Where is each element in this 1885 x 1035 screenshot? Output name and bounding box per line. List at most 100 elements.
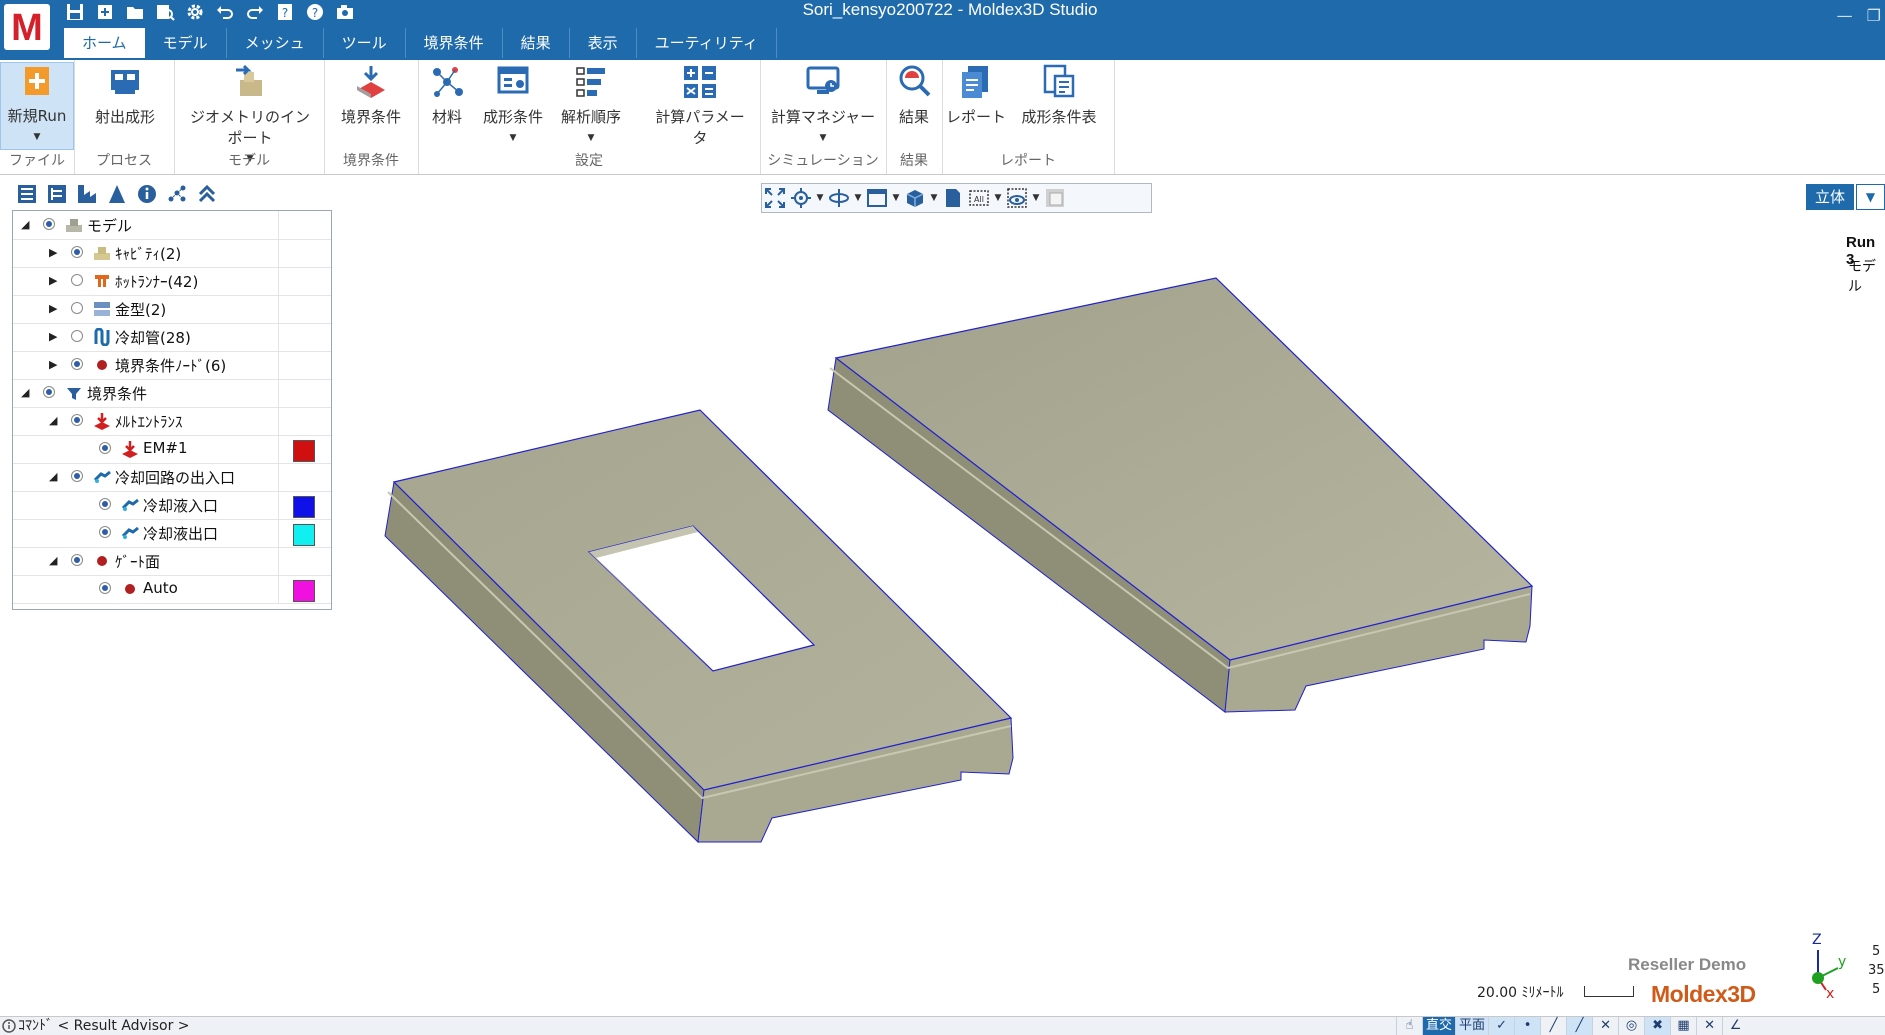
open-folder-icon[interactable] <box>122 0 148 24</box>
visibility-radio[interactable] <box>71 302 83 314</box>
node-graph-icon[interactable] <box>164 181 190 207</box>
compute-parameters-button[interactable]: 計算パラメータ <box>648 64 752 148</box>
color-swatch[interactable] <box>293 496 315 518</box>
visibility-radio[interactable] <box>71 554 83 566</box>
center-snap-icon[interactable]: ◎ <box>1618 1017 1644 1035</box>
expanded-triangle-icon[interactable]: ◢ <box>21 386 29 399</box>
help-book-icon[interactable]: ? <box>272 0 298 24</box>
expanded-triangle-icon[interactable]: ◢ <box>21 218 29 231</box>
dropdown-arrow-icon[interactable]: ▼ <box>928 185 940 211</box>
dropdown-arrow-icon[interactable]: ▼ <box>890 185 902 211</box>
visibility-radio[interactable] <box>71 414 83 426</box>
mold-view-icon[interactable] <box>74 181 100 207</box>
tab-home[interactable]: ホーム <box>64 28 145 58</box>
molding-conditions-button[interactable]: 成形条件 ▼ <box>476 64 550 143</box>
tree-row[interactable]: ▶ ｷｬﾋﾞﾃｨ(2) <box>13 239 331 268</box>
point-snap-icon[interactable]: • <box>1514 1017 1541 1035</box>
visibility-radio[interactable] <box>71 246 83 258</box>
visibility-radio[interactable] <box>43 218 55 230</box>
cone-view-icon[interactable] <box>104 181 130 207</box>
info-icon[interactable] <box>134 181 160 207</box>
results-button[interactable]: 結果 <box>890 64 938 127</box>
minimize-icon[interactable]: — <box>1837 6 1853 25</box>
visibility-radio[interactable] <box>99 582 111 594</box>
grid-icon[interactable]: ▦ <box>1670 1017 1696 1035</box>
cube-icon[interactable] <box>902 185 928 211</box>
tree-row[interactable]: ◢ ｹﾞｰﾄ面 <box>13 547 331 576</box>
dropdown-arrow-icon[interactable]: ▼ <box>992 185 1004 211</box>
camera-icon[interactable] <box>332 0 358 24</box>
app-logo[interactable]: M <box>4 4 50 50</box>
tree-row[interactable]: 冷却液入口 <box>13 491 331 520</box>
save-icon[interactable] <box>62 0 88 24</box>
page-icon[interactable] <box>940 185 966 211</box>
visibility-radio[interactable] <box>99 498 111 510</box>
color-swatch[interactable] <box>293 440 315 462</box>
visibility-radio[interactable] <box>71 358 83 370</box>
angle-snap-icon[interactable]: ∠ <box>1722 1017 1748 1035</box>
transparency-icon[interactable] <box>1042 185 1068 211</box>
tab-mesh[interactable]: メッシュ <box>227 28 324 58</box>
tree-row[interactable]: ▶ ﾎｯﾄﾗﾝﾅｰ(42) <box>13 267 331 296</box>
tree-row[interactable]: ▶ 冷却管(28) <box>13 323 331 352</box>
dropdown-arrow-icon[interactable]: ▼ <box>1030 185 1042 211</box>
visibility-radio[interactable] <box>71 470 83 482</box>
tab-display[interactable]: 表示 <box>570 28 637 58</box>
expanded-triangle-icon[interactable]: ◢ <box>49 470 57 483</box>
new-icon[interactable] <box>92 0 118 24</box>
tree-row[interactable]: ◢ モデル <box>13 211 331 240</box>
color-swatch[interactable] <box>293 524 315 546</box>
fit-view-icon[interactable] <box>762 185 788 211</box>
visibility-icon[interactable] <box>1004 185 1030 211</box>
tree-row[interactable]: 冷却液出口 <box>13 519 331 548</box>
import-geometry-button[interactable]: ジオメトリのインポート ▼ <box>184 64 316 164</box>
check-icon[interactable]: ✓ <box>1488 1017 1515 1035</box>
visibility-radio[interactable] <box>99 442 111 454</box>
settings-gear-icon[interactable] <box>182 0 208 24</box>
tab-tools[interactable]: ツール <box>324 28 406 58</box>
window-view-icon[interactable] <box>864 185 890 211</box>
undo-icon[interactable] <box>212 0 238 24</box>
select-all-icon[interactable]: All <box>966 185 992 211</box>
tab-results[interactable]: 結果 <box>503 28 570 58</box>
tab-model[interactable]: モデル <box>145 28 227 58</box>
tree-row[interactable]: ◢ 境界条件 <box>13 379 331 408</box>
list-view-icon[interactable] <box>14 181 40 207</box>
tab-utility[interactable]: ユーティリティ <box>637 28 777 58</box>
collapsed-triangle-icon[interactable]: ▶ <box>49 358 57 371</box>
visibility-radio[interactable] <box>71 274 83 286</box>
expanded-triangle-icon[interactable]: ◢ <box>49 554 57 567</box>
redo-icon[interactable] <box>242 0 268 24</box>
tree-row[interactable]: Auto <box>13 575 331 604</box>
visibility-radio[interactable] <box>71 330 83 342</box>
rotate-icon[interactable] <box>826 185 852 211</box>
collapsed-triangle-icon[interactable]: ▶ <box>49 246 57 259</box>
dropdown-arrow-icon[interactable]: ▼ <box>814 185 826 211</box>
projection-button[interactable]: 立体 <box>1806 184 1854 210</box>
injection-molding-button[interactable]: 射出成形 <box>88 64 162 127</box>
expanded-triangle-icon[interactable]: ◢ <box>49 414 57 427</box>
report-button[interactable]: レポート <box>946 64 1006 127</box>
find-icon[interactable] <box>152 0 178 24</box>
dropdown-arrow-icon[interactable]: ▼ <box>554 133 628 143</box>
ortho-toggle[interactable]: 直交 <box>1422 1017 1456 1035</box>
boundary-condition-button[interactable]: 境界条件 <box>336 64 406 127</box>
molding-table-button[interactable]: 成形条件表 <box>1012 64 1106 127</box>
tree-view-icon[interactable] <box>44 181 70 207</box>
tree-row[interactable]: EM#1 <box>13 435 331 464</box>
visibility-radio[interactable] <box>43 386 55 398</box>
tree-row[interactable]: ▶ 金型(2) <box>13 295 331 324</box>
perp-snap-icon[interactable]: ✕ <box>1696 1017 1722 1035</box>
chevron-down-icon[interactable]: ▼ <box>1856 184 1885 210</box>
analysis-sequence-button[interactable]: 解析順序 ▼ <box>554 64 628 143</box>
material-button[interactable]: 材料 <box>422 64 472 127</box>
dropdown-arrow-icon[interactable]: ▼ <box>476 133 550 143</box>
collapse-up-icon[interactable] <box>194 181 220 207</box>
pointer-icon[interactable]: ☝ <box>1396 1017 1422 1035</box>
dropdown-arrow-icon[interactable]: ▼ <box>852 185 864 211</box>
color-swatch[interactable] <box>293 580 315 602</box>
tree-row[interactable]: ◢ 冷却回路の出入口 <box>13 463 331 492</box>
restore-icon[interactable]: ❐ <box>1867 6 1881 25</box>
plane-toggle[interactable]: 平面 <box>1455 1017 1489 1035</box>
tree-row[interactable]: ▶ 境界条件ﾉｰﾄﾞ(6) <box>13 351 331 380</box>
